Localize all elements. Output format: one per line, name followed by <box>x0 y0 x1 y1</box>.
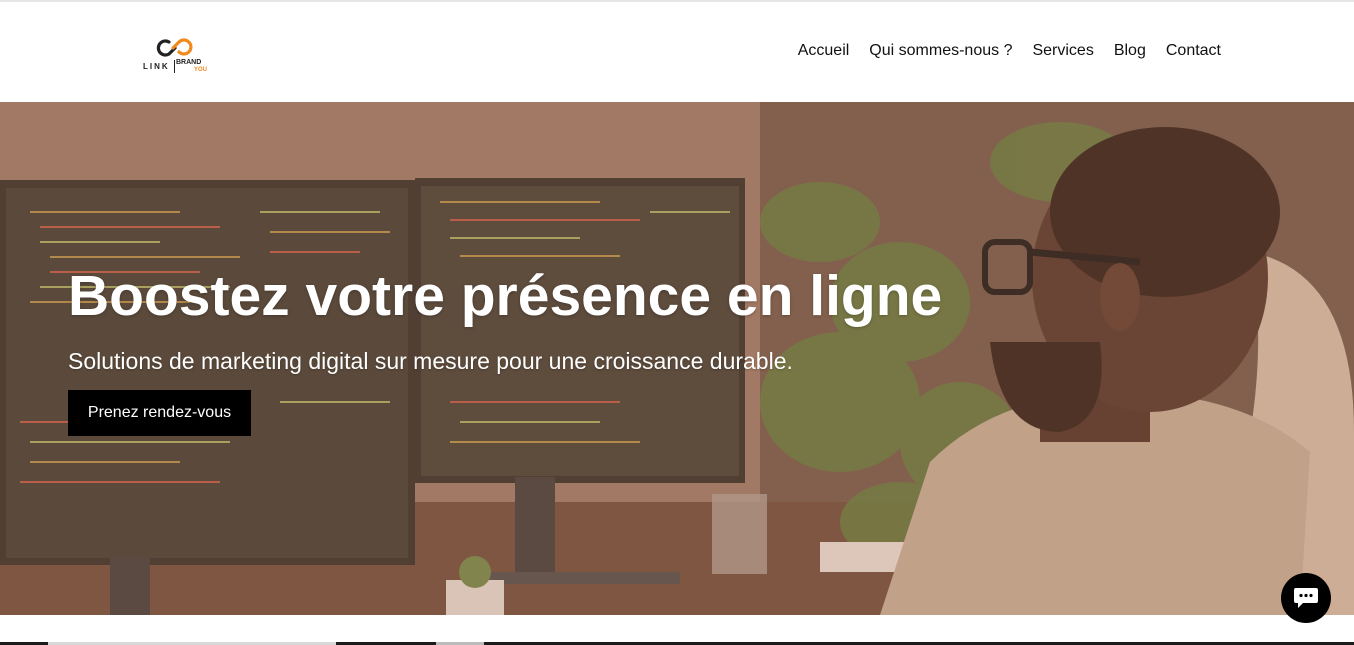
site-header: LINK BRAND YOU Accueil Qui sommes-nous ?… <box>0 2 1354 102</box>
logo-separator <box>174 60 175 73</box>
logo-you-text: YOU <box>194 67 208 73</box>
chat-bubble-icon <box>1294 588 1318 608</box>
logo-brand-text: BRAND <box>176 59 202 66</box>
hero-title: Boostez votre présence en ligne <box>68 264 943 328</box>
book-appointment-button[interactable]: Prenez rendez-vous <box>68 390 251 436</box>
logo-link-text: LINK <box>143 62 170 71</box>
main-nav: Accueil Qui sommes-nous ? Services Blog … <box>798 42 1221 60</box>
nav-accueil[interactable]: Accueil <box>798 42 850 60</box>
chat-button[interactable] <box>1281 573 1331 623</box>
nav-blog[interactable]: Blog <box>1114 42 1146 60</box>
hero-subtitle: Solutions de marketing digital sur mesur… <box>68 348 793 374</box>
link-chain-icon <box>156 38 193 57</box>
logo[interactable]: LINK BRAND YOU <box>143 34 215 80</box>
nav-contact[interactable]: Contact <box>1166 42 1221 60</box>
nav-qui-sommes-nous[interactable]: Qui sommes-nous ? <box>869 42 1012 60</box>
nav-services[interactable]: Services <box>1032 42 1093 60</box>
hero-section: Boostez votre présence en ligne Solution… <box>0 102 1354 615</box>
